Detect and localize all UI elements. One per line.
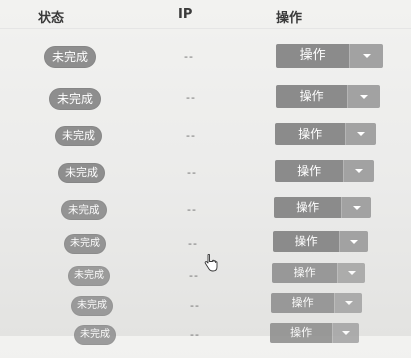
ip-value: -- bbox=[187, 203, 197, 216]
operation-button[interactable]: 操作 bbox=[274, 197, 343, 218]
ip-value: -- bbox=[186, 129, 196, 142]
ip-value: -- bbox=[189, 269, 199, 282]
operation-dropdown[interactable]: 操作 bbox=[275, 123, 376, 145]
chevron-down-icon[interactable] bbox=[333, 323, 359, 343]
status-badge: 未完成 bbox=[49, 88, 102, 110]
status-badge: 未完成 bbox=[61, 200, 107, 220]
chevron-down-icon[interactable] bbox=[348, 85, 380, 108]
operation-dropdown[interactable]: 操作 bbox=[271, 293, 362, 313]
column-header-status: 状态 bbox=[38, 11, 65, 26]
operation-button[interactable]: 操作 bbox=[275, 123, 347, 145]
operation-dropdown[interactable]: 操作 bbox=[276, 85, 380, 108]
chevron-down-icon[interactable] bbox=[350, 44, 383, 68]
table-row: 未完成 -- 操作 bbox=[0, 322, 411, 358]
ip-value: -- bbox=[184, 50, 194, 63]
operation-dropdown[interactable]: 操作 bbox=[270, 323, 359, 343]
operation-dropdown[interactable]: 操作 bbox=[272, 263, 365, 283]
chevron-down-icon[interactable] bbox=[344, 160, 374, 182]
operation-button[interactable]: 操作 bbox=[271, 293, 336, 313]
operation-button[interactable]: 操作 bbox=[275, 160, 345, 182]
ip-value: -- bbox=[187, 166, 197, 179]
ip-value: -- bbox=[186, 91, 196, 104]
column-header-ip: IP bbox=[178, 7, 193, 22]
operation-dropdown[interactable]: 操作 bbox=[276, 44, 383, 68]
chevron-down-icon[interactable] bbox=[346, 123, 376, 145]
operation-button[interactable]: 操作 bbox=[276, 44, 351, 68]
status-badge: 未完成 bbox=[74, 325, 116, 345]
hand-pointer-icon bbox=[204, 254, 218, 272]
status-badge: 未完成 bbox=[58, 163, 105, 183]
ip-value: -- bbox=[190, 328, 200, 341]
operation-button[interactable]: 操作 bbox=[273, 231, 341, 252]
table-row: 未完成 -- 操作 bbox=[0, 42, 411, 78]
chevron-down-icon[interactable] bbox=[340, 231, 368, 252]
operation-dropdown[interactable]: 操作 bbox=[275, 160, 374, 182]
operation-button[interactable]: 操作 bbox=[276, 85, 349, 108]
table-row: 未完成 -- 操作 bbox=[0, 158, 411, 194]
status-badge: 未完成 bbox=[55, 126, 102, 146]
table-row: 未完成 -- 操作 bbox=[0, 195, 411, 231]
header-divider bbox=[0, 28, 411, 29]
chevron-down-icon[interactable] bbox=[342, 197, 371, 218]
operation-button[interactable]: 操作 bbox=[270, 323, 334, 343]
ip-value: -- bbox=[190, 299, 200, 312]
table-row: 未完成 -- 操作 bbox=[0, 120, 411, 156]
status-badge: 未完成 bbox=[64, 234, 106, 254]
status-badge: 未完成 bbox=[71, 296, 113, 316]
status-table: 状态 IP 操作 未完成 -- 操作 未完成 -- 操作 未完成 -- 操作 未… bbox=[0, 0, 411, 345]
ip-value: -- bbox=[188, 237, 198, 250]
table-row: 未完成 -- 操作 bbox=[0, 82, 411, 118]
table-header: 状态 IP 操作 bbox=[0, 4, 411, 28]
chevron-down-icon[interactable] bbox=[338, 263, 365, 283]
status-badge: 未完成 bbox=[44, 46, 97, 68]
chevron-down-icon[interactable] bbox=[335, 293, 362, 313]
operation-dropdown[interactable]: 操作 bbox=[274, 197, 371, 218]
operation-dropdown[interactable]: 操作 bbox=[273, 231, 368, 252]
status-badge: 未完成 bbox=[68, 266, 110, 286]
column-header-operation: 操作 bbox=[276, 11, 303, 26]
operation-button[interactable]: 操作 bbox=[272, 263, 339, 283]
